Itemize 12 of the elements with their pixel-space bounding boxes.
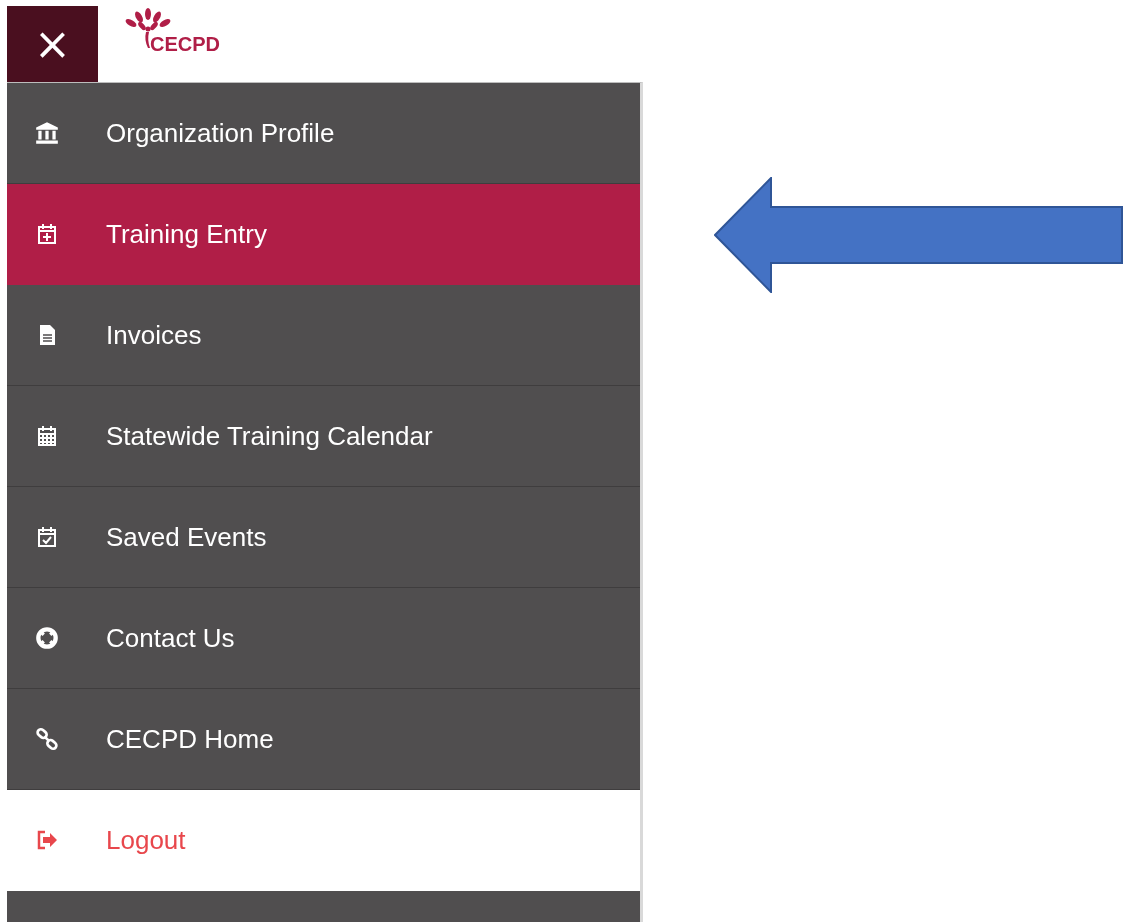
menu-item[interactable]: Training Entry [7, 184, 640, 285]
bank-icon [34, 120, 60, 146]
calendar-icon [35, 424, 59, 448]
logo[interactable]: CECPD [122, 6, 220, 82]
lifebuoy-icon [34, 625, 60, 651]
calendar-check-icon [35, 525, 59, 549]
calendar-plus-icon [35, 222, 59, 246]
logout-icon [35, 828, 59, 852]
close-button[interactable]: × [7, 6, 98, 82]
link-icon [34, 726, 60, 752]
menu-item[interactable]: Logout [7, 790, 640, 891]
logo-text: CECPD [150, 34, 220, 54]
